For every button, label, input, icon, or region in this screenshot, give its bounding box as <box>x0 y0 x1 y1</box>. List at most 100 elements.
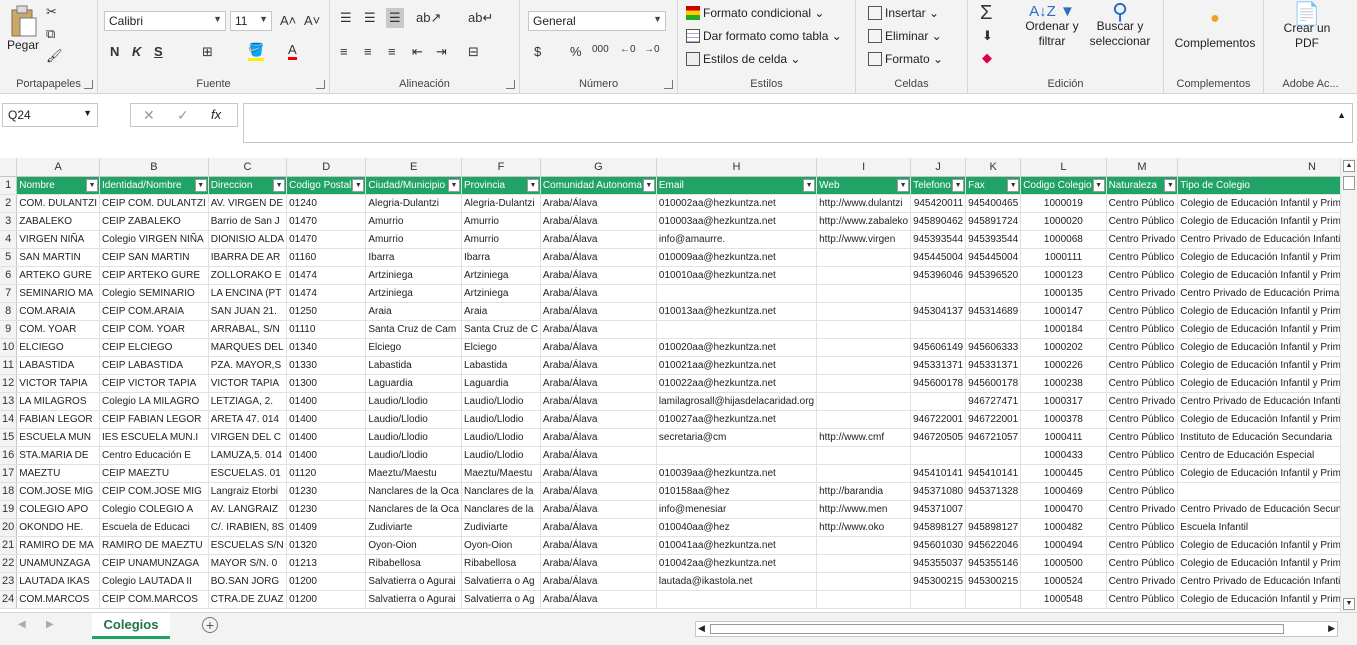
cell[interactable]: Centro Público <box>1106 302 1179 321</box>
cell[interactable]: Araba/Álava <box>540 302 657 321</box>
cell[interactable]: Centro Público <box>1106 248 1179 267</box>
cell[interactable]: Araba/Álava <box>540 392 657 411</box>
cell[interactable]: 010041aa@hezkuntza.net <box>656 536 818 555</box>
cell[interactable]: Colegio VIRGEN NIÑA <box>99 230 209 249</box>
cell[interactable]: Nanclares de la Oca <box>365 482 462 501</box>
cell[interactable]: ARETA 47. 014 <box>208 410 288 429</box>
cell[interactable]: Labastida <box>365 356 462 375</box>
cell[interactable]: 1000317 <box>1020 392 1107 411</box>
cell[interactable]: http://www.zabaleko <box>816 212 912 231</box>
cell[interactable]: Centro Público <box>1106 554 1179 573</box>
cell[interactable] <box>816 572 912 591</box>
wrap-text-icon[interactable]: ab↵ <box>468 10 493 26</box>
filter-dropdown-icon[interactable]: ▼ <box>273 178 286 192</box>
cell[interactable]: Centro Privado de Educación Infantil Pri… <box>1177 392 1340 411</box>
delete-button[interactable]: Eliminar ⌄ <box>868 29 942 43</box>
cell[interactable]: 01110 <box>286 320 367 339</box>
cell[interactable]: CTRA.DE ZUAZ <box>208 590 288 609</box>
cell[interactable]: Araba/Álava <box>540 536 657 555</box>
insert-function-icon[interactable]: fx <box>211 107 221 122</box>
cell[interactable]: 1000378 <box>1020 410 1107 429</box>
decrease-indent-icon[interactable]: ⇤ <box>412 44 423 60</box>
cell[interactable]: LAMUZA,5. 014 <box>208 446 288 465</box>
cell[interactable]: Escuela Infantil <box>1177 518 1340 537</box>
align-bottom-icon[interactable]: ☰ <box>386 8 404 28</box>
cell[interactable]: 01474 <box>286 266 367 285</box>
header-cell[interactable]: Codigo Colegio ▼ <box>1020 176 1107 195</box>
cell[interactable]: 945445004 <box>910 248 967 267</box>
header-cell[interactable]: Tipo de Colegio▼ <box>1177 176 1340 195</box>
cell[interactable] <box>910 392 967 411</box>
cell[interactable]: 01400 <box>286 392 367 411</box>
cell[interactable]: Araba/Álava <box>540 410 657 429</box>
cell[interactable]: 1000411 <box>1020 428 1107 447</box>
cell[interactable]: ELCIEGO <box>16 338 101 357</box>
cell[interactable]: 01409 <box>286 518 367 537</box>
cell[interactable]: Centro Privado de Educación Secundaria O… <box>1177 500 1340 519</box>
cell[interactable]: MARQUES DEL <box>208 338 288 357</box>
cell[interactable]: Zudiviarte <box>365 518 462 537</box>
header-cell[interactable]: Nombre ▼ <box>16 176 101 195</box>
row-header[interactable]: 22 <box>0 554 18 573</box>
column-header-m[interactable]: M <box>1106 158 1179 177</box>
row-header[interactable]: 13 <box>0 392 18 411</box>
cell[interactable]: 945300215 <box>910 572 967 591</box>
cell[interactable]: COM.ARAIA <box>16 302 101 321</box>
cell[interactable]: 010013aa@hezkuntza.net <box>656 302 818 321</box>
cell[interactable]: CEIP COM.ARAIA <box>99 302 209 321</box>
cell[interactable]: ZOLLORAKO E <box>208 266 288 285</box>
cell[interactable]: 01250 <box>286 302 367 321</box>
underline-button[interactable]: S <box>154 44 163 59</box>
cell[interactable]: 945898127 <box>965 518 1022 537</box>
cell[interactable]: Centro Público <box>1106 374 1179 393</box>
cell[interactable]: secretaria@cm <box>656 428 818 447</box>
cell[interactable]: Araba/Álava <box>540 248 657 267</box>
cell[interactable]: Artziniega <box>365 284 462 303</box>
cell[interactable]: Araba/Álava <box>540 446 657 465</box>
cell[interactable]: Araba/Álava <box>540 338 657 357</box>
cell[interactable]: LETZIAGA, 2. <box>208 392 288 411</box>
cell[interactable]: Ibarra <box>365 248 462 267</box>
cell[interactable] <box>816 374 912 393</box>
row-header[interactable]: 6 <box>0 266 18 285</box>
cell[interactable]: Nanclares de la Oca <box>365 500 462 519</box>
cell[interactable]: 01470 <box>286 212 367 231</box>
cell[interactable]: AV. LANGRAIZ <box>208 500 288 519</box>
cell[interactable]: Ribabellosa <box>461 554 541 573</box>
cell[interactable]: RAMIRO DE MA <box>16 536 101 555</box>
row-header[interactable]: 11 <box>0 356 18 375</box>
clear-icon[interactable]: ◆ <box>982 50 992 66</box>
cell[interactable] <box>816 464 912 483</box>
column-header-a[interactable]: A <box>16 158 101 177</box>
cell[interactable]: 010021aa@hezkuntza.net <box>656 356 818 375</box>
cell[interactable]: ZABALEKO <box>16 212 101 231</box>
cell[interactable]: Laudio/Llodio <box>365 428 462 447</box>
merge-center-icon[interactable]: ⊟ <box>468 44 479 60</box>
cell[interactable]: Escuela de Educaci <box>99 518 209 537</box>
cell[interactable] <box>910 320 967 339</box>
cell[interactable]: Elciego <box>461 338 541 357</box>
cell[interactable]: Centro de Educación Especial <box>1177 446 1340 465</box>
cell[interactable]: 1000494 <box>1020 536 1107 555</box>
cell[interactable] <box>816 590 912 609</box>
cell[interactable]: Centro Privado <box>1106 500 1179 519</box>
cell[interactable]: 1000433 <box>1020 446 1107 465</box>
cell[interactable] <box>816 302 912 321</box>
cell[interactable]: 945891724 <box>965 212 1022 231</box>
row-header[interactable]: 14 <box>0 410 18 429</box>
cell[interactable]: 946721057 <box>965 428 1022 447</box>
cell[interactable]: 945304137 <box>910 302 967 321</box>
cell[interactable]: ESCUELAS. 01 <box>208 464 288 483</box>
cell[interactable]: Alegria-Dulantzi <box>461 194 541 213</box>
cell[interactable]: 945355146 <box>965 554 1022 573</box>
cell[interactable]: Centro Privado <box>1106 230 1179 249</box>
cell[interactable]: Labastida <box>461 356 541 375</box>
align-center-icon[interactable]: ≡ <box>364 44 372 59</box>
cell[interactable] <box>965 590 1022 609</box>
h-scroll-thumb[interactable] <box>710 624 1284 634</box>
cell[interactable]: Salvatierra o Ag <box>461 572 541 591</box>
cell[interactable]: 945371007 <box>910 500 967 519</box>
cell[interactable]: Araba/Álava <box>540 428 657 447</box>
copy-icon[interactable]: ⧉ <box>46 26 55 42</box>
cell[interactable]: C/. IRABIEN, 8S <box>208 518 288 537</box>
